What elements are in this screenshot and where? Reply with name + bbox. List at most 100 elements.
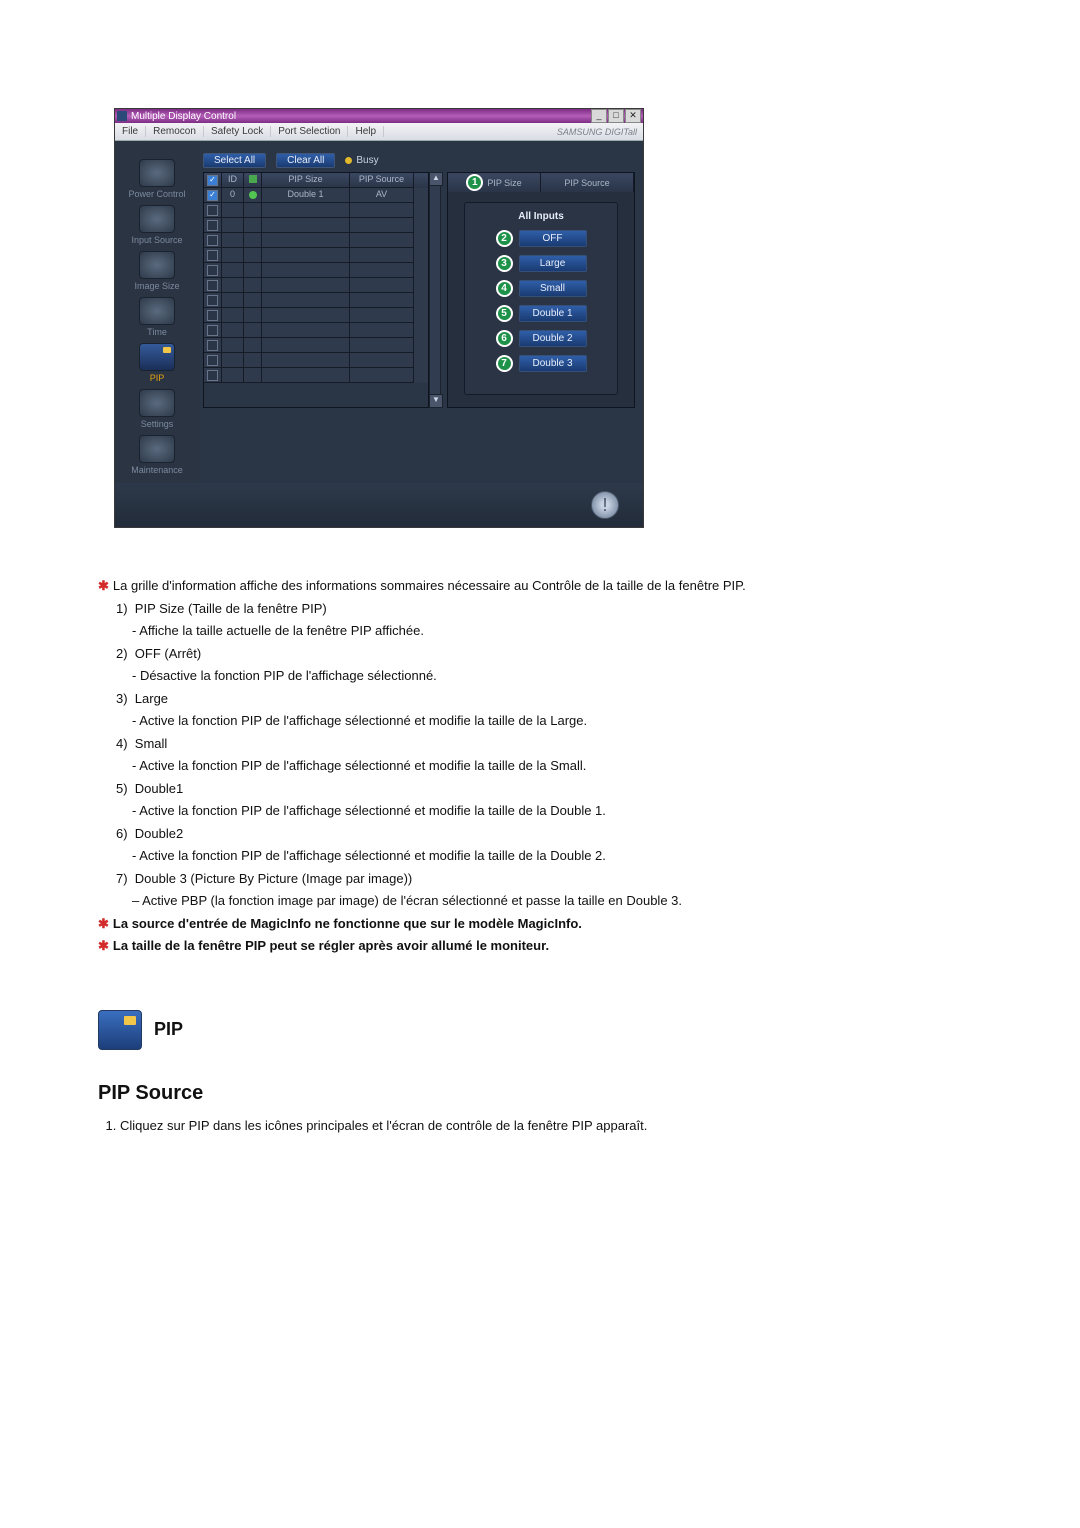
def-desc: - Active la fonction PIP de l'affichage … (116, 846, 982, 866)
all-inputs-label: All Inputs (473, 211, 609, 222)
option-button-small[interactable]: Small (519, 280, 587, 297)
def-item: 4) Small (116, 734, 982, 754)
option-button-double-3[interactable]: Double 3 (519, 355, 587, 372)
option-row: 2 OFF (473, 230, 609, 247)
input-icon (139, 205, 175, 233)
sidebar-item-maintenance[interactable]: Maintenance (127, 435, 187, 475)
pip-heading-title: PIP (154, 1016, 183, 1043)
table-row[interactable]: 0Double 1AV (204, 188, 428, 203)
col-pip-source[interactable]: PIP Source (350, 173, 414, 188)
settings-icon (139, 389, 175, 417)
table-row[interactable] (204, 233, 428, 248)
app-icon (117, 111, 127, 121)
badge-6: 6 (496, 330, 513, 347)
def-desc: - Active la fonction PIP de l'affichage … (116, 756, 982, 776)
sidebar-item-image-size[interactable]: Image Size (127, 251, 187, 291)
table-row[interactable] (204, 323, 428, 338)
def-item: 2) OFF (Arrêt) (116, 644, 982, 664)
table-row[interactable] (204, 338, 428, 353)
sidebar-item-pip[interactable]: PIP (127, 343, 187, 383)
def-item: 3) Large (116, 689, 982, 709)
busy-indicator: Busy (345, 155, 378, 166)
sidebar: Power Control Input Source Image Size Ti… (115, 141, 199, 483)
doc-note-1: ✱La source d'entrée de MagicInfo ne fonc… (98, 914, 982, 934)
menu-help[interactable]: Help (348, 126, 384, 137)
pip-options-panel: 1 PIP Size PIP Source All Inputs 2OFF3La… (447, 172, 635, 408)
power-icon (139, 159, 175, 187)
maintenance-icon (139, 435, 175, 463)
option-row: 6 Double 2 (473, 330, 609, 347)
menubar: File Remocon Safety Lock Port Selection … (115, 123, 643, 141)
badge-1: 1 (466, 174, 483, 191)
col-pip-size[interactable]: PIP Size (262, 173, 350, 188)
table-row[interactable] (204, 278, 428, 293)
sidebar-item-time[interactable]: Time (127, 297, 187, 337)
table-row[interactable] (204, 203, 428, 218)
busy-dot-icon (345, 157, 352, 164)
menu-file[interactable]: File (115, 126, 146, 137)
window-title: Multiple Display Control (131, 111, 590, 122)
option-button-double-1[interactable]: Double 1 (519, 305, 587, 322)
def-desc: - Active la fonction PIP de l'affichage … (116, 801, 982, 821)
app-window: Multiple Display Control _ □ ✕ File Remo… (114, 108, 644, 528)
col-status[interactable] (244, 173, 262, 188)
badge-7: 7 (496, 355, 513, 372)
option-button-off[interactable]: OFF (519, 230, 587, 247)
info-icon[interactable]: ! (591, 491, 619, 519)
table-row[interactable] (204, 263, 428, 278)
display-grid: ID PIP Size PIP Source 0Double 1AV (203, 172, 429, 408)
option-button-large[interactable]: Large (519, 255, 587, 272)
sidebar-item-power-control[interactable]: Power Control (127, 159, 187, 199)
doc-note-2: ✱La taille de la fenêtre PIP peut se rég… (98, 936, 982, 956)
table-row[interactable] (204, 308, 428, 323)
option-row: 5 Double 1 (473, 305, 609, 322)
col-id[interactable]: ID (222, 173, 244, 188)
def-desc: - Désactive la fonction PIP de l'afficha… (116, 666, 982, 686)
col-check[interactable] (204, 173, 222, 188)
menu-safety-lock[interactable]: Safety Lock (204, 126, 271, 137)
intro-note: ✱La grille d'information affiche des inf… (98, 576, 982, 596)
def-item: 1) PIP Size (Taille de la fenêtre PIP) (116, 599, 982, 619)
def-item: 7) Double 3 (Picture By Picture (Image p… (116, 869, 982, 889)
sidebar-item-settings[interactable]: Settings (127, 389, 187, 429)
grid-scrollbar[interactable]: ▲ ▼ (429, 172, 441, 408)
section-step-1: Cliquez sur PIP dans les icônes principa… (120, 1116, 982, 1136)
table-row[interactable] (204, 368, 428, 383)
badge-4: 4 (496, 280, 513, 297)
def-desc: - Active la fonction PIP de l'affichage … (116, 711, 982, 731)
badge-5: 5 (496, 305, 513, 322)
close-button[interactable]: ✕ (625, 109, 641, 123)
image-size-icon (139, 251, 175, 279)
table-row[interactable] (204, 293, 428, 308)
select-all-button[interactable]: Select All (203, 153, 266, 168)
option-row: 7 Double 3 (473, 355, 609, 372)
table-row[interactable] (204, 353, 428, 368)
def-desc: - Affiche la taille actuelle de la fenêt… (116, 621, 982, 641)
pip-heading-block: PIP (98, 1010, 982, 1050)
pip-heading-icon (98, 1010, 142, 1050)
option-button-double-2[interactable]: Double 2 (519, 330, 587, 347)
scroll-track[interactable] (429, 186, 441, 394)
def-item: 5) Double1 (116, 779, 982, 799)
scroll-down-button[interactable]: ▼ (429, 394, 443, 408)
badge-3: 3 (496, 255, 513, 272)
rp-head-pip-source: PIP Source (541, 173, 634, 192)
table-row[interactable] (204, 218, 428, 233)
menu-port-selection[interactable]: Port Selection (271, 126, 348, 137)
badge-2: 2 (496, 230, 513, 247)
section-title: PIP Source (98, 1078, 982, 1108)
minimize-button[interactable]: _ (591, 109, 607, 123)
option-row: 3 Large (473, 255, 609, 272)
clear-all-button[interactable]: Clear All (276, 153, 335, 168)
def-desc: – Active PBP (la fonction image par imag… (116, 891, 982, 911)
menu-remocon[interactable]: Remocon (146, 126, 204, 137)
scroll-up-button[interactable]: ▲ (429, 172, 443, 186)
def-item: 6) Double2 (116, 824, 982, 844)
footer-bar: ! (115, 483, 643, 527)
time-icon (139, 297, 175, 325)
table-row[interactable] (204, 248, 428, 263)
pip-icon (139, 343, 175, 371)
option-row: 4 Small (473, 280, 609, 297)
sidebar-item-input-source[interactable]: Input Source (127, 205, 187, 245)
maximize-button[interactable]: □ (608, 109, 624, 123)
